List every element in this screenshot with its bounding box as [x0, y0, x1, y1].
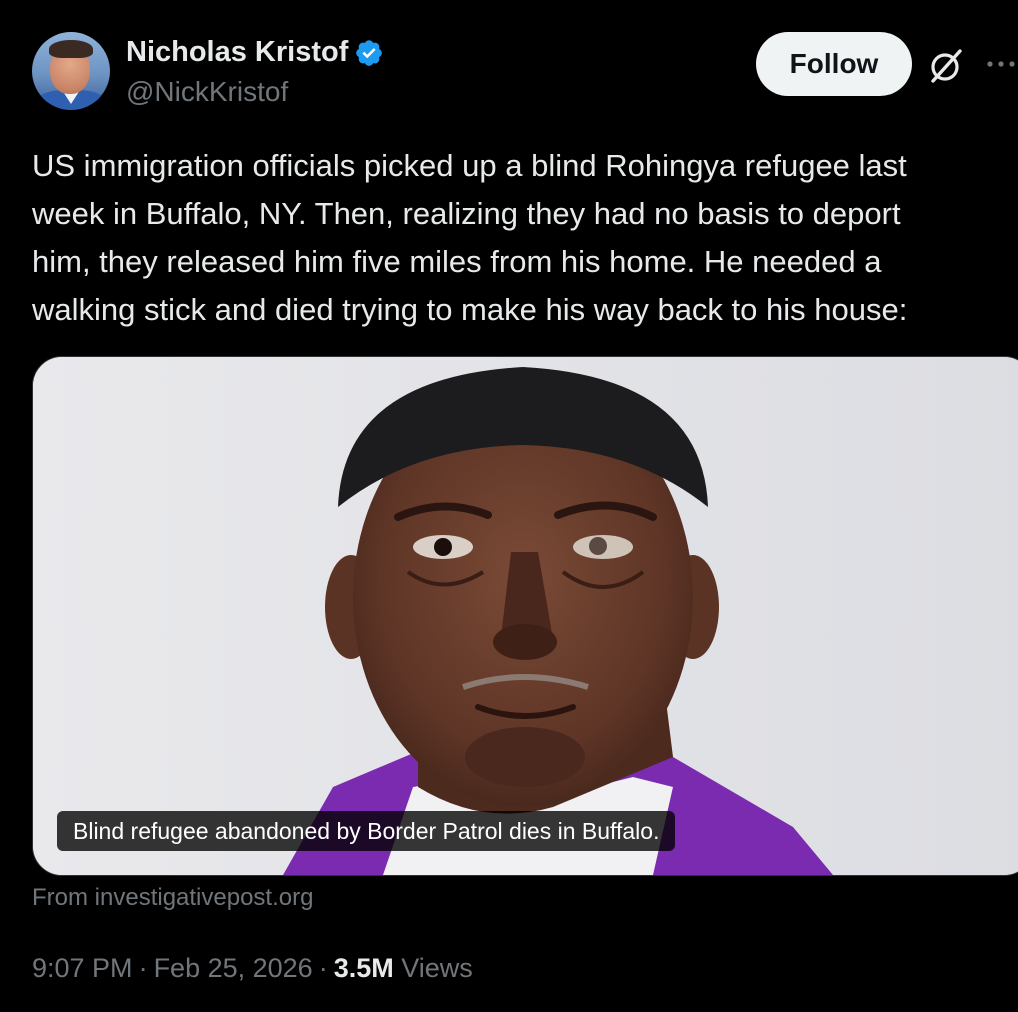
- grok-icon[interactable]: [926, 46, 966, 86]
- author-name-row[interactable]: Nicholas Kristof: [126, 36, 384, 69]
- avatar[interactable]: [32, 32, 110, 110]
- card-source-link[interactable]: From investigativepost.org: [32, 884, 313, 912]
- tweet-text: US immigration officials picked up a bli…: [32, 148, 908, 327]
- card-photo: [33, 357, 1018, 875]
- meta-separator: ·: [138, 953, 148, 983]
- avatar-hair: [49, 40, 93, 58]
- more-options-icon[interactable]: [984, 54, 1018, 74]
- author-display-name[interactable]: Nicholas Kristof: [126, 36, 348, 69]
- follow-button[interactable]: Follow: [756, 32, 912, 96]
- tweet-date[interactable]: Feb 25, 2026: [154, 953, 313, 983]
- verified-badge-icon: [356, 39, 383, 66]
- tweet: Nicholas Kristof @NickKristof Follow US …: [0, 0, 1018, 1012]
- meta-separator: ·: [318, 953, 328, 983]
- card-caption: Blind refugee abandoned by Border Patrol…: [57, 811, 676, 851]
- tweet-meta: 9:07 PM · Feb 25, 2026 · 3.5M Views: [32, 953, 473, 984]
- views-label: Views: [401, 953, 473, 983]
- views-count: 3.5M: [333, 953, 394, 983]
- author-handle[interactable]: @NickKristof: [126, 76, 288, 108]
- media-card[interactable]: Blind refugee abandoned by Border Patrol…: [32, 356, 1018, 876]
- tweet-time[interactable]: 9:07 PM: [32, 953, 133, 983]
